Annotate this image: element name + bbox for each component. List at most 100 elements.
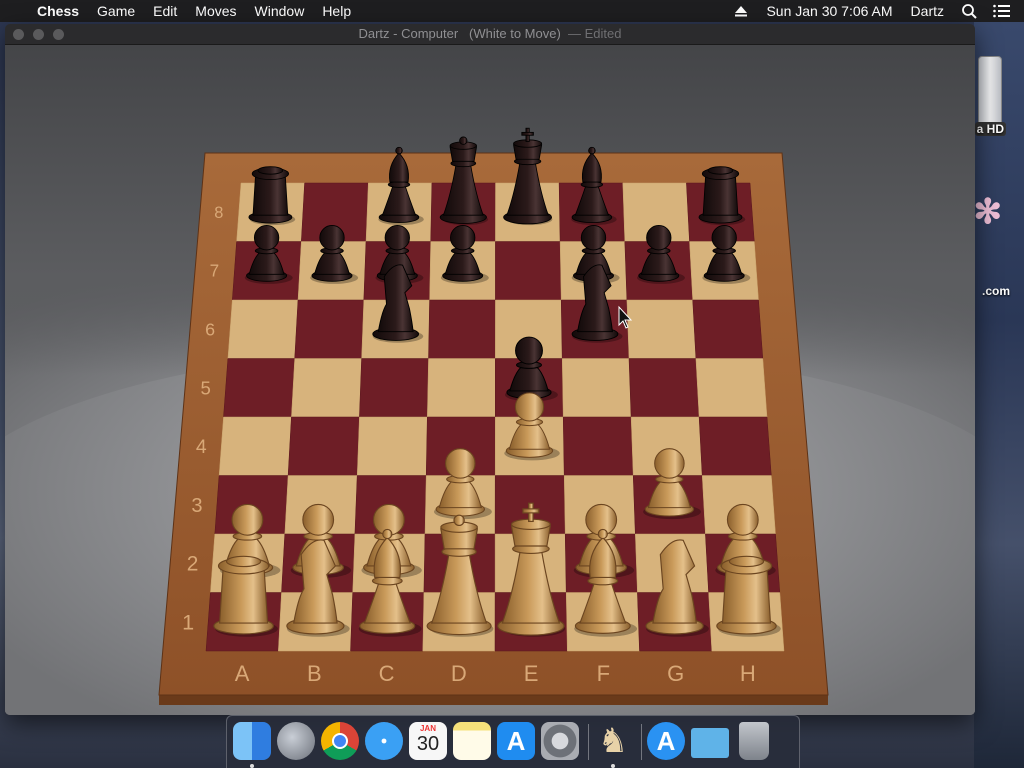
menu-game[interactable]: Game [88,0,144,22]
square-d5[interactable] [427,358,496,418]
calendar-day: 30 [416,733,440,755]
piece-part [521,131,534,136]
chess-scene: A B C D E F G H 1 2 3 4 5 6 7 8 [5,45,975,715]
square-h5[interactable] [695,358,768,418]
piece-part [225,555,262,568]
desktop-file-icon[interactable]: ✻ [974,192,1003,232]
square-a6[interactable] [227,299,299,359]
app-store-glyph: A [656,726,676,756]
safari-icon[interactable] [365,722,403,760]
chess-board[interactable]: A B C D E F G H 1 2 3 4 5 6 7 8 [5,45,975,715]
system-preferences-icon[interactable] [541,722,579,760]
launchpad-icon[interactable] [277,722,315,760]
dock-separator [641,724,642,760]
piece-part [252,175,289,216]
rank-label-7: 7 [210,262,220,281]
finder-icon[interactable] [233,722,271,760]
piece-part [654,448,685,479]
calendar-month: JAN [419,724,436,733]
square-h6[interactable] [692,299,764,359]
piece-part [702,175,739,216]
square-b6[interactable] [294,299,365,359]
chrome-icon[interactable] [321,722,359,760]
piece-part [721,568,772,624]
dock-running-indicator [611,764,615,768]
piece-part [728,555,765,568]
board-frame-edge [159,695,828,705]
square-b5[interactable] [291,358,362,418]
piece-part [445,448,476,479]
piece-part [231,503,264,536]
piece-part [580,181,604,188]
rank-label-1: 1 [182,609,194,634]
piece-part [726,503,759,536]
piece-part [459,136,468,145]
dock-separator [588,724,589,760]
square-c5[interactable] [359,358,429,418]
square-a5[interactable] [223,358,295,418]
piece-part [587,576,619,586]
menu-window[interactable]: Window [246,0,314,22]
window-title-status: (White to Move) [469,26,561,41]
square-c4[interactable] [356,416,428,476]
window-title-main: Dartz - Computer [358,26,459,41]
square-f4[interactable] [562,416,634,476]
menu-moves[interactable]: Moves [186,0,245,22]
file-label-a: A [235,661,250,686]
window-titlebar[interactable]: Dartz - Computer (White to Move) — Edite… [5,24,975,45]
rank-label-5: 5 [201,377,211,398]
calendar-icon[interactable]: JAN 30 [409,722,447,760]
downloads-folder-icon[interactable] [691,728,729,758]
file-label-f: F [597,661,610,686]
piece-part [580,225,607,251]
desktop-right-strip: a HD ✻ .com [974,22,1024,768]
file-label-b: B [307,661,322,686]
chrome-center-icon [332,733,348,749]
menu-chess[interactable]: Chess [28,0,88,22]
eject-icon[interactable] [732,0,750,22]
notification-center-icon[interactable] [992,0,1010,22]
hard-drive-label[interactable]: a HD [974,122,1006,136]
rank-label-2: 2 [187,553,199,576]
square-h4[interactable] [698,416,772,476]
square-d6[interactable] [428,299,496,359]
piece-part [588,146,596,155]
notes-icon[interactable] [453,722,491,760]
piece-part [597,528,608,540]
menu-bar: Chess Game Edit Moves Window Help Sun Ja… [0,0,1024,22]
menu-help[interactable]: Help [313,0,360,22]
piece-part [382,528,393,540]
chess-board-svg[interactable]: A B C D E F G H 1 2 3 4 5 6 7 8 [5,45,975,715]
app-store-glyph: A [506,726,526,756]
piece-part [450,225,476,251]
piece-part [219,568,269,624]
square-b4[interactable] [287,416,360,476]
rank-label-6: 6 [205,320,215,340]
piece-part [707,166,734,175]
trash-icon[interactable] [739,722,769,760]
piece-part [646,225,672,251]
desktop-file-label[interactable]: .com [982,284,1010,298]
rank-label-8: 8 [214,204,223,222]
piece-part [319,225,345,251]
piece-part [302,503,335,536]
rank-label-3: 3 [191,495,202,517]
rank-label-4: 4 [196,436,207,458]
square-e7[interactable] [495,241,562,301]
menu-edit[interactable]: Edit [144,0,186,22]
app-store-icon[interactable]: A [497,722,535,760]
piece-part [253,225,280,251]
spotlight-search-icon[interactable] [960,0,978,22]
chess-icon[interactable]: ♞ [594,722,632,760]
menu-clock[interactable]: Sun Jan 30 7:06 AM [757,0,901,22]
dock-running-indicator [250,764,254,768]
square-g6[interactable] [626,299,697,359]
square-f5[interactable] [561,358,632,418]
piece-part [371,576,403,586]
square-a4[interactable] [218,416,292,476]
hard-drive-icon[interactable] [978,56,1002,130]
app-store-downloads-icon[interactable]: A [647,722,685,760]
square-g5[interactable] [628,358,700,418]
piece-part [257,166,284,175]
menu-user[interactable]: Dartz [902,0,953,22]
